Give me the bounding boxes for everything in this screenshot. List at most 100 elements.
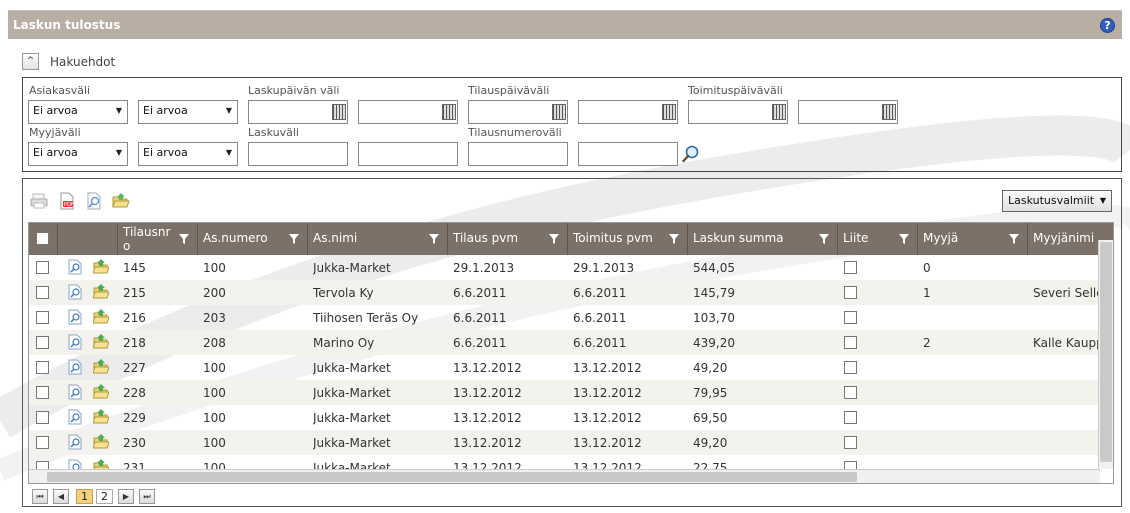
cell-amount: 69,50	[693, 411, 728, 425]
preview-icon[interactable]	[67, 334, 83, 350]
open-folder-icon[interactable]	[112, 192, 130, 210]
preview-icon[interactable]	[67, 359, 83, 375]
print-icon[interactable]	[30, 192, 48, 210]
horizontal-scrollbar[interactable]	[29, 469, 1100, 483]
calendar-icon[interactable]	[772, 104, 786, 120]
calendar-icon[interactable]	[882, 104, 896, 120]
order-date-from-field[interactable]	[468, 100, 568, 124]
filter-icon[interactable]	[548, 233, 560, 245]
page-1-button[interactable]: 1	[76, 489, 93, 504]
column-label: Laskun summa	[693, 231, 784, 245]
filter-icon[interactable]	[178, 233, 190, 245]
last-page-button[interactable]: ⏭	[139, 489, 155, 504]
open-folder-icon[interactable]	[92, 334, 110, 350]
next-page-button[interactable]: ▶	[118, 489, 134, 504]
vertical-scroll-thumb[interactable]	[1100, 242, 1112, 462]
delivery-date-from-field[interactable]	[688, 100, 788, 124]
filter-icon[interactable]	[288, 233, 300, 245]
filter-icon[interactable]	[818, 233, 830, 245]
first-page-button[interactable]: ⏮	[32, 489, 48, 504]
vertical-scrollbar[interactable]	[1098, 240, 1113, 469]
column-header-seller[interactable]: Myyjä	[918, 223, 1028, 255]
customer-from-select[interactable]: Ei arvoa ▼	[28, 100, 128, 124]
row-checkbox[interactable]	[36, 336, 49, 349]
customer-to-select[interactable]: Ei arvoa ▼	[138, 100, 238, 124]
row-checkbox[interactable]	[36, 411, 49, 424]
calendar-icon[interactable]	[332, 104, 346, 120]
table-row[interactable]: 218 208 Marino Oy 6.6.2011 6.6.2011 439,20 2 Ka…	[29, 330, 1100, 355]
open-folder-icon[interactable]	[92, 284, 110, 300]
invoice-date-from-field[interactable]	[248, 100, 348, 124]
invoice-from-field[interactable]	[248, 142, 348, 166]
filter-icon[interactable]	[428, 233, 440, 245]
preview-icon[interactable]	[67, 409, 83, 425]
prev-page-button[interactable]: ◀	[53, 489, 69, 504]
preview-icon[interactable]	[67, 309, 83, 325]
row-checkbox[interactable]	[36, 361, 49, 374]
calendar-icon[interactable]	[442, 104, 456, 120]
open-folder-icon[interactable]	[92, 259, 110, 275]
open-folder-icon[interactable]	[92, 434, 110, 450]
seller-from-select[interactable]: Ei arvoa ▼	[28, 142, 128, 166]
customer-to-value: Ei arvoa	[143, 104, 188, 117]
row-checkbox[interactable]	[36, 311, 49, 324]
row-checkbox[interactable]	[36, 286, 49, 299]
page-2-button[interactable]: 2	[96, 489, 113, 504]
order-number-to-field[interactable]	[578, 142, 678, 166]
attachment-checkbox[interactable]	[844, 361, 857, 374]
open-folder-icon[interactable]	[92, 384, 110, 400]
calendar-icon[interactable]	[552, 104, 566, 120]
order-number-from-field[interactable]	[468, 142, 568, 166]
preview-icon[interactable]	[67, 384, 83, 400]
search-icon[interactable]	[682, 145, 700, 163]
calendar-icon[interactable]	[662, 104, 676, 120]
seller-to-select[interactable]: Ei arvoa ▼	[138, 142, 238, 166]
attachment-checkbox[interactable]	[844, 336, 857, 349]
table-row[interactable]: 145 100 Jukka-Market 29.1.2013 29.1.2013 544,…	[29, 255, 1100, 280]
open-folder-icon[interactable]	[92, 359, 110, 375]
table-row[interactable]: 228 100 Jukka-Market 13.12.2012 13.12.2012 79…	[29, 380, 1100, 405]
table-row[interactable]: 216 203 Tiihosen Teräs Oy 6.6.2011 6.6.2011 1…	[29, 305, 1100, 330]
chevron-down-icon: ▼	[115, 148, 122, 157]
column-label: Tilaus pvm	[453, 231, 519, 245]
table-row[interactable]: 227 100 Jukka-Market 13.12.2012 13.12.2012 49…	[29, 355, 1100, 380]
table-row[interactable]: 229 100 Jukka-Market 13.12.2012 13.12.2012 69…	[29, 405, 1100, 430]
invoice-preset-select[interactable]: Laskutusvalmiit ▼	[1002, 190, 1112, 212]
row-checkbox[interactable]	[36, 261, 49, 274]
column-header-delivery-date[interactable]: Toimitus pvm	[568, 223, 688, 255]
filter-icon[interactable]	[668, 233, 680, 245]
collapse-search-button[interactable]: ^	[22, 53, 39, 70]
pdf-export-icon[interactable]: PDF	[58, 192, 76, 210]
preview-icon[interactable]	[67, 259, 83, 275]
attachment-checkbox[interactable]	[844, 386, 857, 399]
table-row[interactable]: 230 100 Jukka-Market 13.12.2012 13.12.2012 49…	[29, 430, 1100, 455]
filter-icon[interactable]	[1008, 233, 1020, 245]
attachment-checkbox[interactable]	[844, 261, 857, 274]
column-header-order-no[interactable]: Tilausnr o	[118, 223, 198, 255]
filter-icon[interactable]	[898, 233, 910, 245]
delivery-date-to-field[interactable]	[798, 100, 898, 124]
horizontal-scroll-thumb[interactable]	[47, 472, 857, 482]
column-header-order-date[interactable]: Tilaus pvm	[448, 223, 568, 255]
row-checkbox[interactable]	[36, 386, 49, 399]
attachment-checkbox[interactable]	[844, 311, 857, 324]
preview-icon[interactable]	[67, 284, 83, 300]
open-folder-icon[interactable]	[92, 409, 110, 425]
invoice-to-field[interactable]	[358, 142, 458, 166]
help-icon[interactable]: ?	[1100, 18, 1115, 33]
column-header-customer-name[interactable]: As.nimi	[308, 223, 448, 255]
preview-icon[interactable]	[67, 434, 83, 450]
preview-icon[interactable]	[85, 192, 103, 210]
column-header-invoice-amount[interactable]: Laskun summa	[688, 223, 838, 255]
attachment-checkbox[interactable]	[844, 436, 857, 449]
select-all-checkbox[interactable]	[36, 232, 49, 245]
row-checkbox[interactable]	[36, 436, 49, 449]
open-folder-icon[interactable]	[92, 309, 110, 325]
attachment-checkbox[interactable]	[844, 411, 857, 424]
invoice-date-to-field[interactable]	[358, 100, 458, 124]
column-header-attachment[interactable]: Liite	[838, 223, 918, 255]
table-row[interactable]: 215 200 Tervola Ky 6.6.2011 6.6.2011 145,79 1 S…	[29, 280, 1100, 305]
attachment-checkbox[interactable]	[844, 286, 857, 299]
column-header-customer-no[interactable]: As.numero	[198, 223, 308, 255]
order-date-to-field[interactable]	[578, 100, 678, 124]
